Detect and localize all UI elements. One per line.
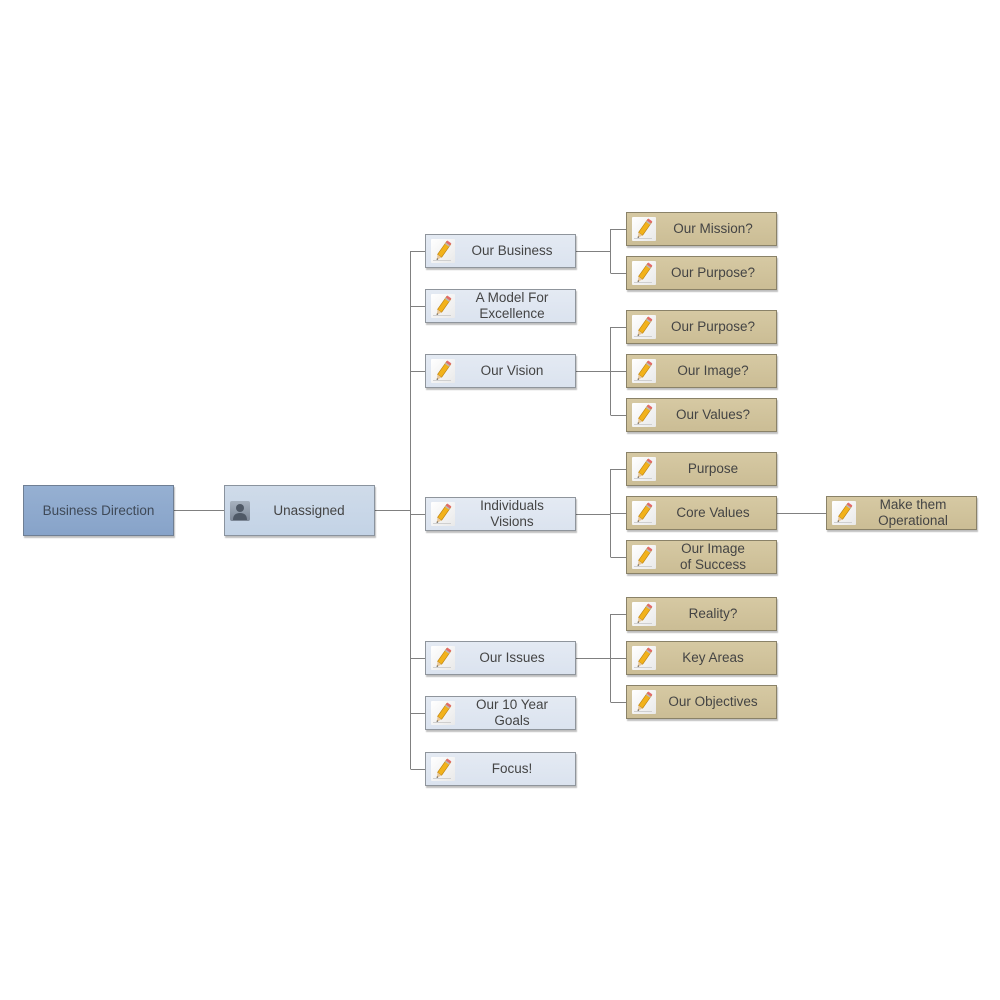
root-node-label: Business Direction bbox=[42, 502, 155, 518]
topic-node[interactable]: Our Issues bbox=[425, 641, 576, 675]
pencil-icon bbox=[632, 403, 656, 427]
grandchild-node[interactable]: Make them Operational bbox=[826, 496, 977, 530]
topic-node[interactable]: Our Vision bbox=[425, 354, 576, 388]
pencil-icon bbox=[431, 294, 455, 318]
node-label: Reality? bbox=[688, 606, 738, 621]
subtopic-node[interactable]: Reality? bbox=[626, 597, 777, 631]
subtopic-node[interactable]: Our Image of Success bbox=[626, 540, 777, 574]
node-label: Our Vision bbox=[480, 363, 544, 378]
pencil-icon bbox=[632, 602, 656, 626]
node-label: Key Areas bbox=[682, 650, 744, 665]
pencil-icon bbox=[431, 502, 455, 526]
subtopic-node[interactable]: Our Purpose? bbox=[626, 256, 777, 290]
topic-node[interactable]: Focus! bbox=[425, 752, 576, 786]
pencil-icon bbox=[431, 239, 455, 263]
node-label: Our Image of Success bbox=[679, 541, 747, 572]
topic-node[interactable]: Our Business bbox=[425, 234, 576, 268]
pencil-icon bbox=[632, 690, 656, 714]
pencil-icon bbox=[632, 646, 656, 670]
subtopic-node[interactable]: Our Purpose? bbox=[626, 310, 777, 344]
node-label: Individuals Visions bbox=[480, 498, 544, 529]
topic-node[interactable]: Our 10 Year Goals bbox=[425, 696, 576, 730]
topic-node[interactable]: A Model For Excellence bbox=[425, 289, 576, 323]
pencil-icon bbox=[431, 646, 455, 670]
subtopic-node[interactable]: Our Image? bbox=[626, 354, 777, 388]
pencil-icon bbox=[632, 457, 656, 481]
user-avatar-icon bbox=[230, 500, 250, 521]
subtopic-node[interactable]: Our Mission? bbox=[626, 212, 777, 246]
pencil-icon bbox=[431, 359, 455, 383]
branch-node-unassigned[interactable]: Unassigned bbox=[224, 485, 375, 536]
node-label: Core Values bbox=[676, 505, 750, 520]
node-label: A Model For Excellence bbox=[475, 290, 549, 321]
pencil-icon bbox=[632, 217, 656, 241]
node-label: Focus! bbox=[491, 761, 533, 776]
topic-node[interactable]: Individuals Visions bbox=[425, 497, 576, 531]
pencil-icon bbox=[632, 261, 656, 285]
node-label: Our Image? bbox=[677, 363, 749, 378]
pencil-icon bbox=[632, 501, 656, 525]
pencil-icon bbox=[431, 757, 455, 781]
root-node-business-direction[interactable]: Business Direction bbox=[23, 485, 174, 536]
node-label: Our Purpose? bbox=[670, 265, 756, 280]
node-label: Purpose bbox=[687, 461, 739, 476]
node-label: Our 10 Year Goals bbox=[475, 697, 549, 728]
subtopic-node[interactable]: Key Areas bbox=[626, 641, 777, 675]
pencil-icon bbox=[632, 545, 656, 569]
pencil-icon bbox=[632, 315, 656, 339]
node-label: Our Values? bbox=[675, 407, 751, 422]
subtopic-node[interactable]: Purpose bbox=[626, 452, 777, 486]
node-label: Our Objectives bbox=[668, 694, 758, 709]
node-label: Our Issues bbox=[479, 650, 545, 665]
branch-node-label: Unassigned bbox=[273, 502, 345, 518]
pencil-icon bbox=[632, 359, 656, 383]
node-label: Make them Operational bbox=[878, 497, 948, 528]
node-label: Our Business bbox=[471, 243, 553, 258]
subtopic-node[interactable]: Core Values bbox=[626, 496, 777, 530]
pencil-icon bbox=[832, 501, 856, 525]
node-label: Our Purpose? bbox=[670, 319, 756, 334]
subtopic-node[interactable]: Our Objectives bbox=[626, 685, 777, 719]
node-label: Our Mission? bbox=[673, 221, 753, 236]
subtopic-node[interactable]: Our Values? bbox=[626, 398, 777, 432]
pencil-icon bbox=[431, 701, 455, 725]
